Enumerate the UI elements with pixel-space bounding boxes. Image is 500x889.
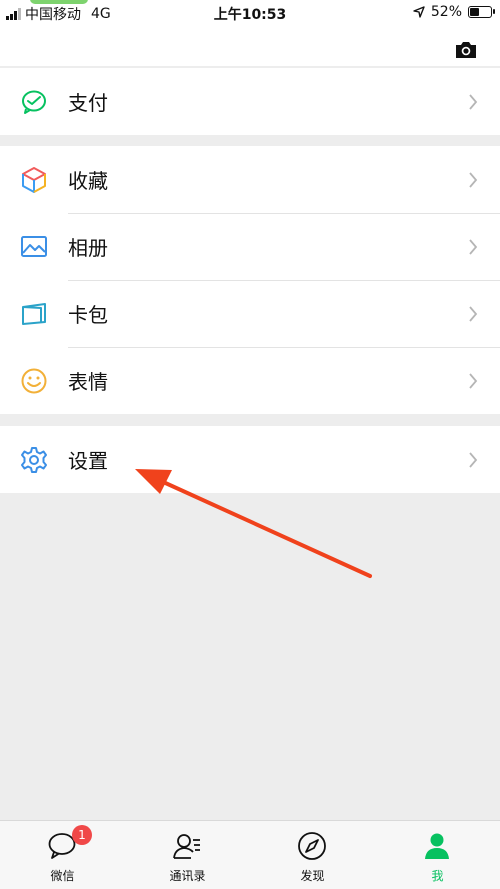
menu-item-label: 卡包 [68, 303, 108, 327]
menu-item-label: 相册 [68, 236, 108, 260]
status-right: 52% [413, 4, 495, 20]
tab-label: 通讯录 [169, 869, 206, 883]
me-person-icon [425, 833, 449, 859]
menu-item-stickers[interactable]: 表情 [0, 347, 500, 414]
tab-label: 我 [431, 869, 444, 883]
menu-item-label: 设置 [68, 449, 108, 473]
tab-label: 微信 [50, 869, 75, 883]
album-image-icon [21, 236, 47, 257]
discover-compass-icon [298, 832, 326, 860]
settings-gear-icon [21, 447, 47, 473]
chevron-right-icon [469, 306, 478, 322]
group-collections: 收藏 相册 卡包 表情 [0, 146, 500, 414]
card-wallet-icon [22, 303, 46, 325]
menu-item-label: 表情 [68, 370, 108, 394]
contacts-icon [173, 834, 200, 859]
chevron-right-icon [469, 172, 478, 188]
unread-badge: 1 [72, 825, 92, 845]
battery-percent: 52% [430, 4, 462, 20]
battery-fill [470, 8, 479, 16]
favorites-cube-icon [22, 167, 46, 193]
bottom-tab-bar: 1 微信 通讯录 发现 我 [0, 820, 500, 889]
tab-contacts[interactable]: 通讯录 [125, 821, 250, 889]
menu-item-favorites[interactable]: 收藏 [0, 146, 500, 213]
sticker-smile-icon [21, 368, 47, 394]
tab-chats[interactable]: 1 微信 [0, 821, 125, 889]
menu-item-label: 支付 [68, 91, 108, 115]
tab-label: 发现 [300, 869, 325, 883]
tab-discover[interactable]: 发现 [250, 821, 375, 889]
group-settings: 设置 [0, 426, 500, 493]
menu-item-settings[interactable]: 设置 [0, 426, 500, 493]
chevron-right-icon [469, 94, 478, 110]
chevron-right-icon [469, 452, 478, 468]
menu-item-album[interactable]: 相册 [0, 213, 500, 280]
status-bar: 中国移动 4G 上午10:53 52% [0, 0, 500, 26]
tab-me[interactable]: 我 [375, 821, 500, 889]
page-header [0, 26, 500, 66]
menu-item-card-wallet[interactable]: 卡包 [0, 280, 500, 347]
group-pay: 支付 [0, 68, 500, 135]
chevron-right-icon [469, 239, 478, 255]
camera-icon[interactable] [454, 40, 478, 60]
menu-item-label: 收藏 [68, 169, 108, 193]
pay-icon [22, 90, 46, 114]
location-arrow-icon [413, 6, 425, 18]
battery-icon [468, 6, 495, 18]
menu-item-pay[interactable]: 支付 [0, 68, 500, 135]
chevron-right-icon [469, 373, 478, 389]
